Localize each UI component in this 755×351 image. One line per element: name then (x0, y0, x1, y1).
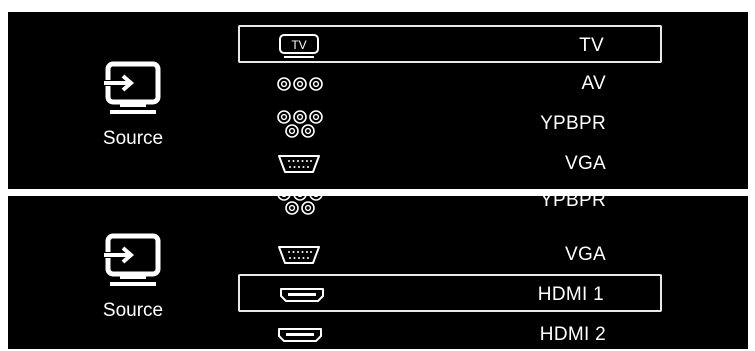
source-item-ypbpr[interactable]: YPBPR (238, 105, 662, 143)
source-item-hdmi-2[interactable]: HDMI 2 (238, 316, 662, 349)
ypbpr-jacks-icon (276, 105, 326, 143)
source-item-label: HDMI 2 (539, 324, 606, 345)
source-item-label: AV (581, 73, 606, 94)
svg-text:TV: TV (291, 38, 306, 52)
vga-port-icon (276, 236, 326, 274)
source-label: Source (102, 128, 164, 149)
vga-port-icon (276, 145, 326, 183)
source-item-label: VGA (564, 244, 606, 265)
source-item-label: HDMI 1 (537, 284, 604, 305)
hdmi-port-icon (278, 276, 328, 314)
source-indicator: Source (78, 232, 188, 322)
source-menu-panel-1: Source TV TV AV YPBPR VGA (8, 12, 748, 189)
source-item-vga[interactable]: VGA (238, 145, 662, 183)
source-label: Source (102, 300, 164, 321)
source-item-vga[interactable]: VGA (238, 236, 662, 274)
source-item-tv[interactable]: TV TV (238, 25, 662, 63)
source-input-icon (100, 233, 161, 286)
source-input-icon (100, 61, 161, 114)
tv-icon: TV (278, 27, 328, 65)
ypbpr-jacks-icon (276, 196, 326, 220)
source-menu-panel-2: Source YPBPR VGA HDMI 1 HDMI 2 (8, 196, 748, 349)
source-indicator: Source (78, 60, 188, 150)
source-item-av[interactable]: AV (238, 65, 662, 103)
source-item-label: VGA (564, 153, 606, 174)
hdmi-port-icon (276, 316, 326, 349)
source-item-label: TV (579, 35, 604, 56)
source-item-ypbpr[interactable]: YPBPR (238, 196, 662, 220)
source-item-label: YPBPR (540, 113, 606, 134)
av-jacks-icon (276, 65, 326, 103)
source-item-hdmi-1[interactable]: HDMI 1 (238, 274, 662, 312)
source-item-label: YPBPR (540, 196, 606, 211)
